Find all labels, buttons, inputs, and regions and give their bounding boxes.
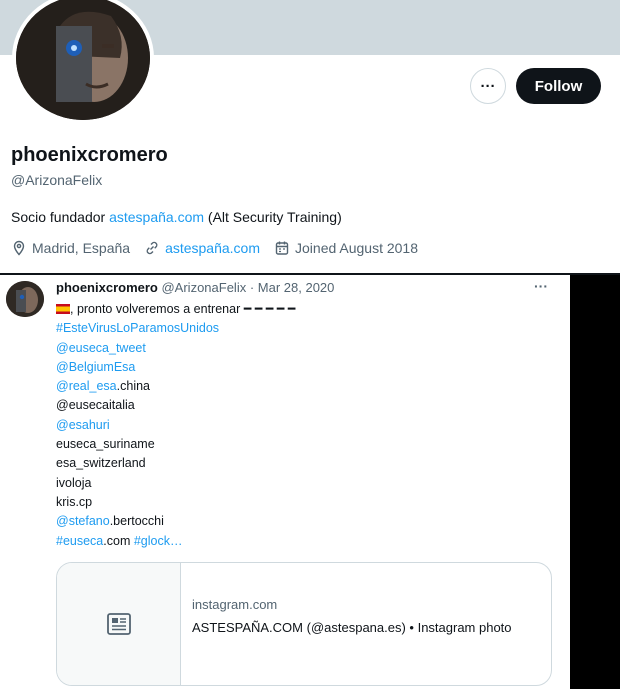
profile-joined: Joined August 2018 xyxy=(274,240,418,256)
bio-text-prefix: Socio fundador xyxy=(11,209,110,225)
more-icon: ··· xyxy=(480,77,496,95)
tweet-separator: · xyxy=(246,280,258,295)
plain-text: esa_switzerland xyxy=(56,456,146,471)
tweet-date[interactable]: Mar 28, 2020 xyxy=(258,280,335,295)
bio-link[interactable]: astespaña.com xyxy=(109,209,204,225)
avatar-image xyxy=(16,0,150,120)
tweet-line: #euseca.com #glock… xyxy=(56,532,556,551)
profile-website[interactable]: astespaña.com xyxy=(144,240,260,256)
tweet-line: @eusecaitalia xyxy=(56,396,556,415)
hashtag-link[interactable]: #EsteVirusLoParamosUnidos xyxy=(56,321,219,335)
profile-handle: @ArizonaFelix xyxy=(11,172,103,188)
tweet-header: phoenixcromero @ArizonaFelix · Mar 28, 2… xyxy=(56,280,334,295)
tweet-line: @BelgiumEsa xyxy=(56,358,556,377)
section-divider xyxy=(0,273,620,275)
tweet-avatar-image xyxy=(6,281,44,317)
tweet-line: @esahuri xyxy=(56,416,556,435)
profile-bio: Socio fundador astespaña.com (Alt Securi… xyxy=(11,209,342,225)
card-title: ASTESPAÑA.COM (@astespana.es) • Instagra… xyxy=(192,620,512,635)
profile-display-name: phoenixcromero xyxy=(11,144,168,166)
tweet-more-button[interactable]: ··· xyxy=(534,278,548,294)
calendar-icon xyxy=(275,241,289,255)
follow-button[interactable]: Follow xyxy=(516,68,601,104)
website-link[interactable]: astespaña.com xyxy=(165,240,260,256)
mention-link[interactable]: @esahuri xyxy=(56,418,110,432)
plain-text: @eusecaitalia xyxy=(56,398,135,413)
mention-suffix: .bertocchi xyxy=(109,514,164,529)
hashtag-suffix: .com xyxy=(103,533,134,548)
mention-suffix: .china xyxy=(116,379,150,394)
plain-text: euseca_suriname xyxy=(56,437,155,452)
tweet-author-handle[interactable]: @ArizonaFelix xyxy=(161,280,246,295)
tweet-text: , pronto volveremos a entrenar ━ ━ ━ ━ ━… xyxy=(56,300,556,551)
spain-flag-icon xyxy=(56,304,70,314)
tweet-author-avatar[interactable] xyxy=(6,281,44,317)
profile-meta: Madrid, España astespaña.com Joined Augu… xyxy=(11,240,432,256)
card-domain: instagram.com xyxy=(192,597,278,612)
tweet-line: esa_switzerland xyxy=(56,454,556,473)
tweet-author-name[interactable]: phoenixcromero xyxy=(56,280,158,295)
tweet-line: euseca_suriname xyxy=(56,435,556,454)
profile-location: Madrid, España xyxy=(11,240,130,256)
joined-text: Joined August 2018 xyxy=(295,240,419,256)
tweet-line: kris.cp xyxy=(56,493,556,512)
plain-text: kris.cp xyxy=(56,494,93,509)
article-icon xyxy=(106,613,131,635)
card-thumbnail xyxy=(57,563,181,685)
tweet-line: ivoloja xyxy=(56,474,556,493)
location-pin-icon xyxy=(13,240,25,256)
tweet-line: @stefano.bertocchi xyxy=(56,512,556,531)
link-icon xyxy=(146,241,158,255)
hashtag-link[interactable]: #glock… xyxy=(134,534,183,548)
location-text: Madrid, España xyxy=(32,240,131,256)
right-edge-bar xyxy=(570,275,620,689)
bio-text-suffix: (Alt Security Training) xyxy=(204,209,342,225)
link-preview-card[interactable]: instagram.com ASTESPAÑA.COM (@astespana.… xyxy=(56,562,552,686)
mention-link[interactable]: @BelgiumEsa xyxy=(56,360,135,374)
tweet-line: , pronto volveremos a entrenar ━ ━ ━ ━ ━ xyxy=(56,300,556,319)
mention-link[interactable]: @euseca_tweet xyxy=(56,341,146,355)
more-options-button[interactable]: ··· xyxy=(470,68,506,104)
profile-avatar[interactable] xyxy=(12,0,154,124)
mention-link[interactable]: @stefano xyxy=(56,514,110,528)
mention-link[interactable]: @real_esa xyxy=(56,379,117,393)
hashtag-link[interactable]: #euseca xyxy=(56,534,103,548)
tweet-line: @real_esa.china xyxy=(56,377,556,396)
plain-text: ivoloja xyxy=(56,475,92,490)
tweet-line: @euseca_tweet xyxy=(56,339,556,358)
tweet-line: #EsteVirusLoParamosUnidos xyxy=(56,319,556,338)
tweet-text-line1: , pronto volveremos a entrenar ━ ━ ━ ━ ━ xyxy=(70,302,296,316)
